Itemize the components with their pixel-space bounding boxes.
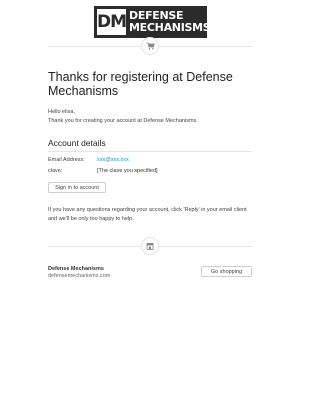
email-link[interactable]: xxx@xxx.xxx bbox=[97, 157, 129, 163]
greeting-block: Hello elisa, Thank you for creating your… bbox=[48, 108, 198, 126]
logo-mark: DM bbox=[97, 9, 127, 35]
password-value: [The clave you specified] bbox=[97, 168, 158, 174]
brand-logo: DM DEFENSE MECHANISMS bbox=[94, 6, 211, 38]
greeting-body: Thank you for creating your account at D… bbox=[48, 118, 198, 124]
footer-store-url[interactable]: defensemechanisms.com bbox=[48, 273, 110, 279]
footer-store-name: Defense Mechanisms bbox=[48, 266, 104, 272]
logo-line-2: MECHANISMS bbox=[129, 21, 211, 34]
store-icon bbox=[141, 237, 159, 255]
shopping-cart-icon bbox=[141, 37, 159, 55]
help-text: If you have any questions regarding your… bbox=[48, 207, 247, 222]
greeting-hello: Hello elisa, bbox=[48, 109, 75, 115]
password-label: clave: bbox=[48, 168, 63, 174]
email-label: Email Address: bbox=[48, 157, 85, 163]
page-title: Thanks for registering at Defense Mechan… bbox=[48, 70, 233, 98]
go-shopping-button[interactable]: Go shopping bbox=[201, 266, 252, 277]
sign-in-button[interactable]: Sign in to account bbox=[48, 182, 106, 193]
account-details-heading: Account details bbox=[48, 138, 106, 148]
account-divider bbox=[48, 151, 252, 152]
logo-wordmark: DEFENSE MECHANISMS bbox=[129, 10, 211, 34]
